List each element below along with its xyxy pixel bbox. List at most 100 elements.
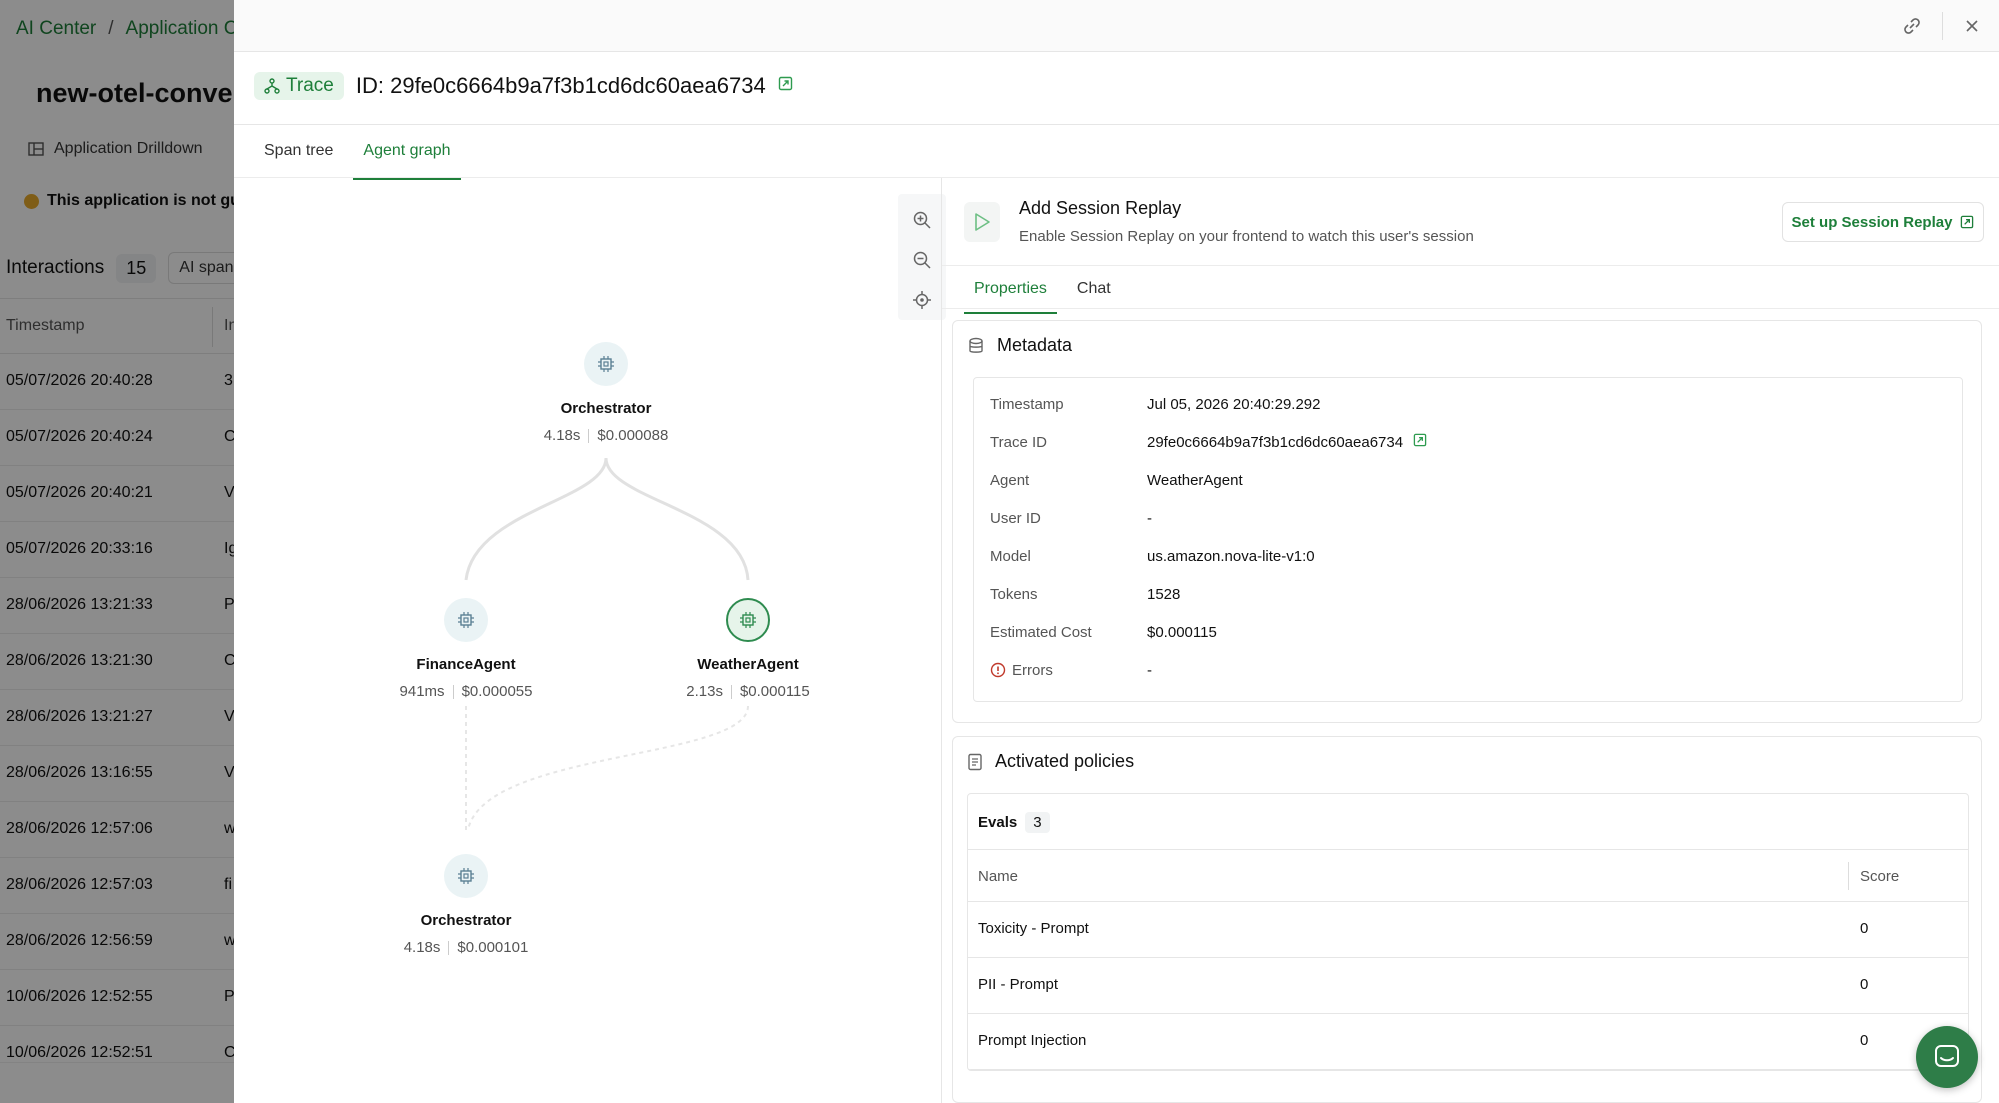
metadata-card: Metadata Timestamp Jul 05, 2026 20:40:29… bbox=[952, 320, 1982, 723]
metadata-key: Trace ID bbox=[990, 433, 1047, 451]
metadata-title: Metadata bbox=[997, 335, 1073, 355]
metadata-value: Jul 05, 2026 20:40:29.292 bbox=[1147, 395, 1321, 413]
activated-policies-card: Activated policies Evals 3 Name Score To… bbox=[952, 736, 1982, 1103]
zoom-out-icon[interactable] bbox=[910, 248, 934, 272]
policies-title: Activated policies bbox=[995, 751, 1135, 771]
metadata-key: User ID bbox=[990, 509, 1041, 527]
metadata-row-tokens: Tokens 1528 bbox=[990, 579, 1180, 609]
column-score[interactable]: Score bbox=[1860, 868, 1899, 885]
node-duration: 941ms bbox=[399, 683, 445, 700]
details-panel: Add Session Replay Enable Session Replay… bbox=[942, 178, 1999, 1103]
metadata-key: Model bbox=[990, 547, 1031, 565]
table-row[interactable]: PII - Prompt 0 bbox=[968, 958, 1968, 1014]
replay-subtitle: Enable Session Replay on your frontend t… bbox=[1019, 228, 1474, 245]
graph-node-orchestrator[interactable]: Orchestrator 4.18s $0.000088 bbox=[506, 342, 706, 444]
metadata-row-errors: Errors - bbox=[990, 655, 1152, 685]
node-name: Orchestrator bbox=[420, 912, 512, 929]
node-meta: 4.18s $0.000101 bbox=[366, 939, 566, 956]
node-cost: $0.000115 bbox=[739, 683, 810, 700]
metadata-key: Errors bbox=[990, 655, 1147, 685]
metadata-row-estimated-cost: Estimated Cost $0.000115 bbox=[990, 617, 1217, 647]
evals-table: Evals 3 Name Score Toxicity - Prompt 0 P… bbox=[967, 793, 1969, 1071]
table-row[interactable]: Prompt Injection 0 bbox=[968, 1014, 1968, 1070]
play-icon bbox=[964, 202, 1000, 242]
trace-id-title: ID: 29fe0c6664b9a7f3b1cd6dc60aea6734 bbox=[355, 73, 766, 98]
edge-orchestrator-weather bbox=[604, 457, 750, 581]
edge-weather-orchestrator bbox=[467, 705, 749, 831]
trace-icon bbox=[264, 78, 280, 94]
node-meta: 4.18s $0.000088 bbox=[506, 427, 706, 444]
toolbar-divider bbox=[1942, 12, 1943, 40]
agent-graph-canvas[interactable]: Orchestrator 4.18s $0.000088 FinanceAgent… bbox=[254, 180, 946, 1103]
error-icon bbox=[990, 662, 1006, 678]
policies-header: Activated policies bbox=[967, 751, 1134, 772]
column-name[interactable]: Name bbox=[978, 868, 1018, 885]
trace-badge-label: Trace bbox=[286, 75, 334, 96]
metadata-value: - bbox=[1147, 661, 1152, 679]
metadata-row-user-id: User ID - bbox=[990, 503, 1152, 533]
open-external-icon bbox=[1961, 215, 1974, 229]
node-duration: 4.18s bbox=[403, 939, 441, 956]
copy-link-icon[interactable] bbox=[1898, 12, 1926, 40]
open-external-icon[interactable] bbox=[778, 76, 793, 96]
metadata-value: 1528 bbox=[1147, 585, 1181, 603]
metadata-value: us.amazon.nova-lite-v1:0 bbox=[1147, 547, 1315, 565]
evals-column-headers: Name Score bbox=[968, 850, 1968, 902]
support-chat-button[interactable] bbox=[1916, 1026, 1978, 1088]
node-cost: $0.000088 bbox=[597, 427, 669, 444]
metadata-key: Timestamp bbox=[990, 395, 1064, 413]
fit-view-icon[interactable] bbox=[910, 288, 934, 312]
session-replay-banner: Add Session Replay Enable Session Replay… bbox=[942, 178, 1999, 266]
zoom-in-icon[interactable] bbox=[910, 208, 934, 232]
agent-chip-icon bbox=[444, 598, 488, 642]
setup-button-label: Set up Session Replay bbox=[1791, 213, 1953, 231]
details-tabs-divider bbox=[942, 308, 1999, 309]
evals-tab[interactable]: Evals 3 bbox=[978, 812, 1050, 833]
node-name: WeatherAgent bbox=[697, 656, 799, 673]
node-duration: 4.18s bbox=[543, 427, 581, 444]
node-cost: $0.000101 bbox=[457, 939, 529, 956]
tab-span-tree[interactable]: Span tree bbox=[254, 136, 343, 180]
close-icon[interactable] bbox=[1958, 12, 1986, 40]
metadata-key: Tokens bbox=[990, 585, 1038, 603]
eval-name: Toxicity - Prompt bbox=[978, 920, 1089, 937]
node-name: FinanceAgent bbox=[416, 656, 516, 673]
metadata-header: Metadata bbox=[967, 335, 1072, 356]
metadata-value: - bbox=[1147, 509, 1152, 527]
eval-score: 0 bbox=[1860, 976, 1869, 993]
metadata-value: 29fe0c6664b9a7f3b1cd6dc60aea6734 bbox=[1147, 427, 1427, 457]
agent-chip-icon bbox=[584, 342, 628, 386]
header-divider bbox=[234, 124, 1999, 125]
trace-header: Trace ID: 29fe0c6664b9a7f3b1cd6dc60aea67… bbox=[254, 72, 793, 100]
agent-chip-icon bbox=[444, 854, 488, 898]
metadata-table: Timestamp Jul 05, 2026 20:40:29.292 Trac… bbox=[973, 377, 1963, 702]
graph-node-weatheragent[interactable]: WeatherAgent 2.13s $0.000115 bbox=[648, 598, 848, 700]
open-external-icon[interactable] bbox=[1413, 433, 1427, 451]
eval-score: 0 bbox=[1860, 1032, 1869, 1049]
node-duration: 2.13s bbox=[686, 683, 723, 700]
eval-score: 0 bbox=[1860, 920, 1869, 937]
graph-node-financeagent[interactable]: FinanceAgent 941ms $0.000055 bbox=[366, 598, 566, 700]
chat-icon bbox=[1935, 1045, 1959, 1067]
trace-badge: Trace bbox=[254, 72, 344, 100]
setup-session-replay-button[interactable]: Set up Session Replay bbox=[1782, 202, 1984, 242]
drawer-toolbar bbox=[234, 0, 1999, 52]
node-cost: $0.000055 bbox=[461, 683, 533, 700]
metadata-key: Agent bbox=[990, 471, 1030, 489]
metadata-row-timestamp: Timestamp Jul 05, 2026 20:40:29.292 bbox=[990, 389, 1320, 419]
node-name: Orchestrator bbox=[560, 400, 652, 417]
metadata-value: $0.000115 bbox=[1147, 623, 1217, 641]
graph-node-orchestrator-final[interactable]: Orchestrator 4.18s $0.000101 bbox=[366, 854, 566, 956]
column-divider bbox=[1848, 862, 1849, 890]
zoom-controls bbox=[898, 194, 946, 320]
evals-header: Evals 3 bbox=[968, 794, 1968, 850]
replay-title: Add Session Replay bbox=[1019, 198, 1182, 218]
table-row[interactable]: Toxicity - Prompt 0 bbox=[968, 902, 1968, 958]
evals-label: Evals bbox=[978, 814, 1018, 831]
tab-agent-graph[interactable]: Agent graph bbox=[353, 136, 461, 180]
metadata-row-model: Model us.amazon.nova-lite-v1:0 bbox=[990, 541, 1315, 571]
eval-name: PII - Prompt bbox=[978, 976, 1059, 993]
node-meta: 941ms $0.000055 bbox=[366, 683, 566, 700]
metadata-value: WeatherAgent bbox=[1147, 471, 1243, 489]
agent-chip-icon bbox=[726, 598, 770, 642]
